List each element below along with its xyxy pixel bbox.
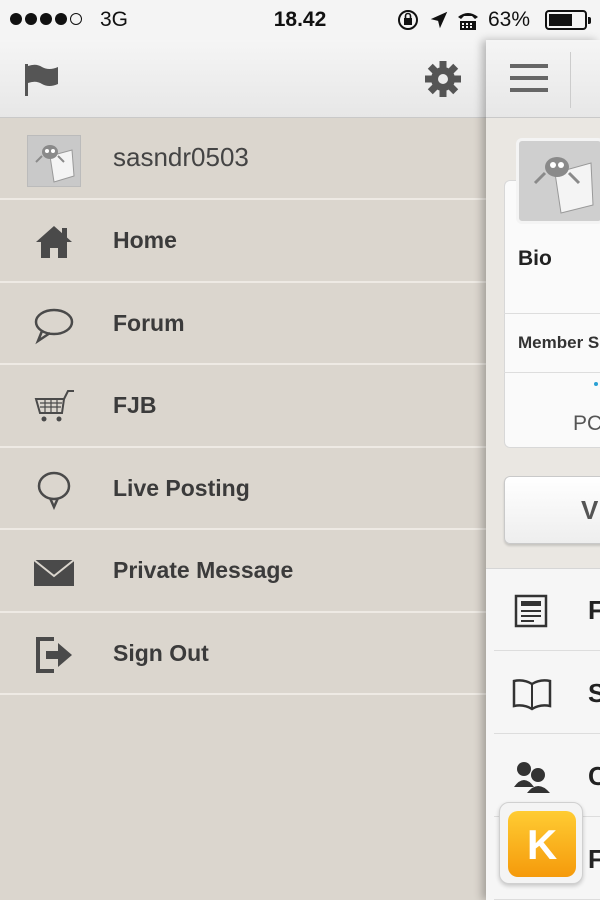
home-icon [36, 226, 72, 258]
bio-label: Bio [518, 247, 552, 270]
stat-indicator [594, 382, 598, 386]
menu-item-live-posting[interactable]: Live Posting [0, 448, 486, 530]
main-content-panel: Bio Member S PC V F S C F [486, 40, 600, 900]
flag-icon[interactable] [22, 62, 62, 98]
posts-label: PC [573, 412, 600, 435]
user-profile-item[interactable]: sasndr0503 [0, 118, 486, 200]
menu-item-forum[interactable]: Forum [0, 283, 486, 365]
kaskus-logo-label: K [526, 821, 558, 868]
avatar [27, 135, 81, 187]
battery-icon [545, 10, 591, 30]
menu-item-private-message[interactable]: Private Message [0, 530, 486, 613]
menu-item-label: FJB [113, 392, 157, 418]
view-button-label: V [581, 495, 599, 525]
tty-icon [458, 13, 478, 30]
gear-icon[interactable] [424, 60, 462, 98]
main-toolbar [486, 40, 600, 118]
sign-out-icon [36, 636, 72, 673]
member-since-label: Member S [518, 333, 600, 352]
menu-item-label: Private Message [113, 557, 294, 583]
kaskus-badge[interactable]: K [499, 802, 583, 884]
envelope-icon [33, 559, 75, 586]
hamburger-icon[interactable] [510, 62, 548, 94]
menu-item-sign-out[interactable]: Sign Out [0, 613, 486, 695]
list-item-label: S [588, 678, 600, 708]
divider [504, 372, 600, 373]
drawer-menu: sasndr0503 Home Forum FJB Live Posting P… [0, 118, 486, 695]
view-profile-button[interactable]: V [504, 476, 600, 544]
newspaper-icon [514, 594, 548, 628]
list-item[interactable]: S [494, 652, 600, 734]
profile-avatar[interactable] [516, 138, 600, 224]
menu-item-fjb[interactable]: FJB [0, 365, 486, 448]
speech-bubble-icon [34, 308, 74, 344]
list-item[interactable]: F [494, 569, 600, 651]
username-label: sasndr0503 [113, 142, 249, 172]
divider [504, 313, 600, 314]
menu-item-label: Live Posting [113, 474, 250, 501]
rotation-lock-icon [398, 10, 418, 30]
menu-item-label: Forum [113, 309, 185, 336]
list-item-label: F [588, 595, 600, 625]
book-icon [512, 679, 552, 711]
cart-icon [34, 390, 74, 422]
menu-item-home[interactable]: Home [0, 200, 486, 283]
drawer-toolbar [0, 40, 486, 118]
battery-percent: 63% [488, 8, 531, 31]
menu-item-label: Sign Out [113, 639, 209, 666]
people-icon [514, 762, 550, 793]
list-item-label: F [588, 844, 600, 874]
location-arrow-icon [430, 11, 448, 29]
toolbar-divider [570, 52, 571, 108]
kaskus-logo-icon: K [508, 811, 576, 877]
side-drawer: sasndr0503 Home Forum FJB Live Posting P… [0, 40, 486, 900]
status-bar: 3G 18.42 63% [0, 0, 600, 40]
list-item-label: C [588, 761, 600, 791]
menu-item-label: Home [113, 227, 177, 253]
live-bubble-icon [37, 471, 71, 510]
